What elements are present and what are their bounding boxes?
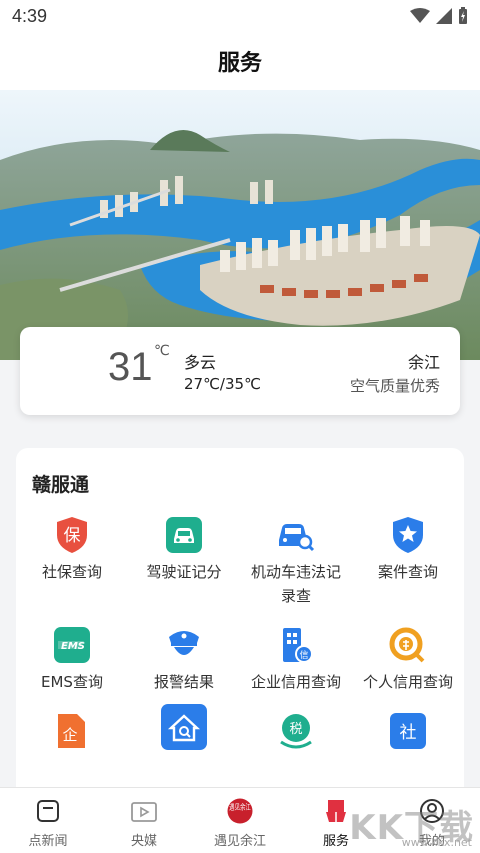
video-icon — [129, 796, 159, 826]
news-icon — [33, 796, 63, 826]
city-aerial-banner — [0, 90, 480, 360]
service-label: 机动车违法记录查 — [250, 563, 341, 605]
title-bar: 服务 — [0, 32, 480, 90]
city-name: 余江 — [407, 353, 440, 372]
service-icon — [321, 796, 351, 826]
car-icon — [165, 516, 203, 554]
page-title: 服务 — [217, 51, 262, 76]
service-label: 社保查询 — [41, 563, 102, 581]
police-icon — [165, 626, 203, 664]
ems-icon-text: EMS — [61, 641, 85, 652]
service-social-insurance[interactable]: 保 社保查询 — [16, 516, 128, 608]
service-label: 企业信用查询 — [250, 673, 341, 691]
social-icon: 社 — [389, 712, 427, 750]
tab-label: 点新闻 — [28, 834, 68, 849]
enterprise-icon-text: 企 — [62, 726, 77, 744]
social-icon-text: 社 — [400, 723, 417, 743]
service-label: 案件查询 — [377, 563, 438, 581]
personal-credit-icon — [389, 626, 427, 664]
section-title: 赣服通 — [32, 474, 90, 496]
service-ems-query[interactable]: EMS EMS查询 — [16, 626, 128, 694]
status-icons — [410, 7, 468, 25]
insurance-icon: 保 — [53, 516, 91, 554]
tab-central-media[interactable]: 央媒 — [96, 788, 192, 853]
service-social[interactable]: 社 — [352, 712, 464, 756]
service-vehicle-violation[interactable]: 机动车违法记录查 — [240, 516, 352, 608]
service-grid: 保 社保查询 驾驶证记分 机动车违法记录查 案件查询 EMS EMS查询 报警结… — [16, 516, 464, 756]
weather-condition: 多云 — [184, 353, 217, 372]
service-label: EMS查询 — [41, 673, 103, 691]
car-search-icon — [277, 516, 315, 554]
watermark-url: www.kkx.net — [401, 836, 472, 849]
service-enterprise-search[interactable]: 企 — [16, 712, 128, 756]
service-label: 个人信用查询 — [362, 673, 453, 691]
services-card: 赣服通 保 社保查询 驾驶证记分 机动车违法记录查 案件查询 EMS EMS查询… — [16, 448, 464, 808]
current-temperature: 31 — [108, 345, 153, 389]
temperature-unit: ℃ — [154, 343, 170, 359]
tax-icon-text: 税 — [289, 722, 302, 737]
house-search-icon — [161, 704, 207, 750]
tax-icon: 税 — [277, 712, 315, 750]
service-tax[interactable]: 税 — [240, 712, 352, 756]
tab-label: 遇见余江 — [213, 834, 266, 849]
tab-news[interactable]: 点新闻 — [0, 788, 96, 853]
tab-yujian-yujiang[interactable]: 遇见余江 遇见余江 — [192, 788, 288, 853]
status-time: 4:39 — [12, 5, 48, 26]
weather-card[interactable]: 31 ℃ 多云 27℃/35℃ 余江 空气质量优秀 — [20, 327, 460, 415]
tab-label: 央媒 — [130, 834, 157, 849]
tab-label: 服务 — [322, 834, 349, 849]
service-license-points[interactable]: 驾驶证记分 — [128, 516, 240, 608]
service-label: 报警结果 — [153, 673, 214, 691]
logo-text: 遇见余江 — [229, 801, 251, 811]
service-personal-credit[interactable]: 个人信用查询 — [352, 626, 464, 694]
insurance-icon-text: 保 — [64, 526, 81, 546]
battery-icon — [459, 7, 467, 24]
temperature-range: 27℃/35℃ — [184, 375, 261, 393]
service-label: 驾驶证记分 — [146, 563, 222, 581]
service-house-query[interactable] — [128, 704, 240, 756]
air-quality: 空气质量优秀 — [349, 377, 440, 395]
star-shield-icon — [389, 516, 427, 554]
service-enterprise-credit[interactable]: 信 企业信用查询 — [240, 626, 352, 694]
signal-icon — [436, 8, 452, 24]
yujian-logo-icon: 遇见余江 — [225, 796, 255, 826]
service-police-report[interactable]: 报警结果 — [128, 626, 240, 694]
service-case-query[interactable]: 案件查询 — [352, 516, 464, 608]
enterprise-search-icon: 企 — [53, 712, 91, 750]
ems-icon: EMS — [53, 626, 91, 664]
credit-icon-text: 信 — [299, 649, 308, 661]
status-bar: 4:39 — [0, 0, 480, 32]
wifi-icon — [410, 8, 430, 23]
enterprise-credit-icon: 信 — [277, 626, 315, 664]
